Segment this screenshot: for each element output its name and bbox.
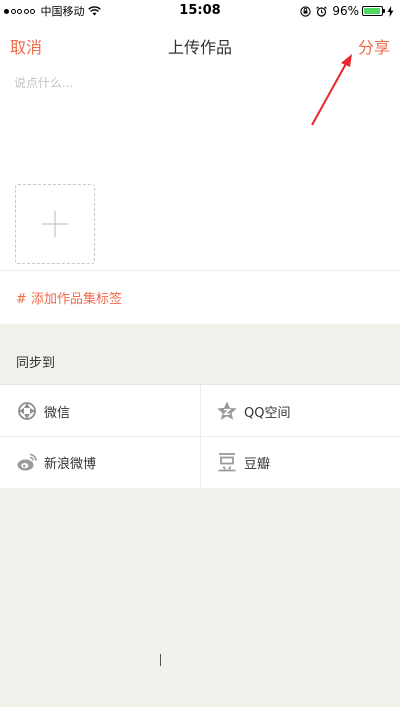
sync-item-label: 新浪微博 (44, 456, 97, 472)
plus-icon (42, 211, 68, 237)
sync-weibo-toggle[interactable]: 新浪微博 (16, 437, 206, 487)
sync-wechat-toggle[interactable]: 微信 (16, 386, 206, 436)
sync-options: 微信 QQ空间 新浪微博 豆瓣 (0, 384, 400, 489)
sync-item-label: QQ空间 (244, 405, 291, 421)
charging-icon (387, 5, 394, 17)
douban-icon (218, 453, 236, 472)
alarm-icon (316, 5, 328, 17)
sync-qzone-toggle[interactable]: QQ空间 (216, 386, 400, 436)
sync-item-label: 微信 (44, 405, 71, 421)
status-bar: 中国移动 15:08 96% (0, 0, 400, 22)
add-photo-button[interactable] (15, 184, 95, 264)
sync-section-label: 同步到 (16, 356, 56, 371)
battery-percent: 96% (332, 4, 359, 18)
battery-icon (362, 6, 385, 16)
sync-item-label: 豆瓣 (244, 456, 271, 472)
battery-level (364, 8, 380, 14)
text-cursor (160, 654, 161, 666)
divider (0, 270, 400, 271)
status-bar-right: 96% (300, 4, 394, 18)
add-collection-tag-link[interactable]: # 添加作品集标签 (16, 288, 122, 307)
annotation-arrow-icon (311, 54, 352, 126)
share-button[interactable]: 分享 (358, 34, 390, 58)
qzone-icon (217, 401, 237, 420)
wechat-icon (18, 402, 36, 420)
sync-douban-toggle[interactable]: 豆瓣 (216, 437, 400, 487)
orientation-lock-icon (300, 5, 311, 17)
weibo-icon (17, 453, 37, 471)
